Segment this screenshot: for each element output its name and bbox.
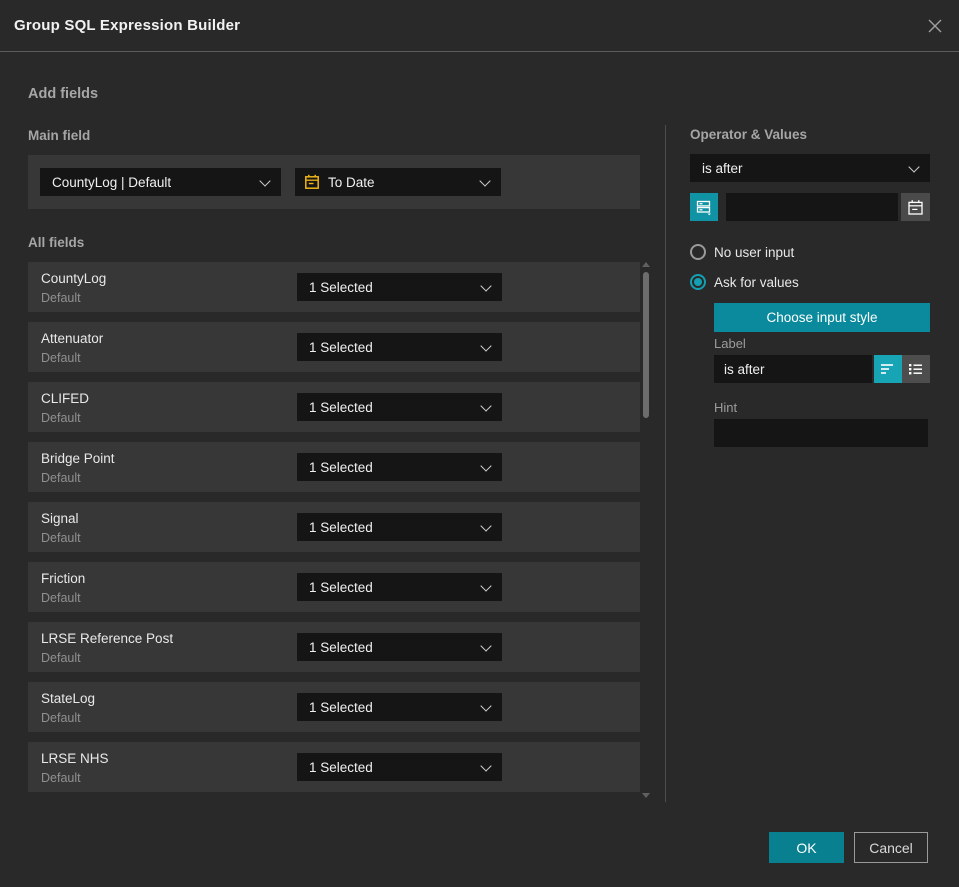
field-values-select[interactable]: 1 Selected xyxy=(297,573,502,601)
chevron-down-icon xyxy=(479,175,491,187)
field-row-signal: Signal Default 1 Selected xyxy=(28,502,640,552)
fields-scrollbar[interactable] xyxy=(640,260,652,800)
field-values-select[interactable]: 1 Selected xyxy=(297,753,502,781)
field-values-select-value: 1 Selected xyxy=(309,279,373,295)
chevron-down-icon xyxy=(480,280,492,292)
field-name: Signal xyxy=(41,511,79,526)
value-input[interactable] xyxy=(726,193,898,221)
ok-button[interactable]: OK xyxy=(769,832,844,863)
radio-no-user-input[interactable]: No user input xyxy=(690,244,794,260)
hint-input[interactable] xyxy=(714,419,928,447)
dialog-title: Group SQL Expression Builder xyxy=(14,17,241,34)
field-values-select-value: 1 Selected xyxy=(309,519,373,535)
choose-input-style-button[interactable]: Choose input style xyxy=(714,303,930,332)
all-fields-label: All fields xyxy=(28,235,85,250)
field-row-attenuator: Attenuator Default 1 Selected xyxy=(28,322,640,372)
radio-no-user-input-label: No user input xyxy=(714,244,795,260)
field-values-select[interactable]: 1 Selected xyxy=(297,693,502,721)
field-values-select-value: 1 Selected xyxy=(309,639,373,655)
field-row-lrse-reference-post: LRSE Reference Post Default 1 Selected xyxy=(28,622,640,672)
group-sql-expression-builder-dialog: Group SQL Expression Builder Add fields … xyxy=(0,0,959,887)
chevron-down-icon xyxy=(480,340,492,352)
scroll-down-arrow-icon[interactable] xyxy=(642,793,650,798)
bulleted-list-icon[interactable] xyxy=(902,355,930,383)
main-field-select-value: CountyLog | Default xyxy=(52,174,172,190)
field-name: Attenuator xyxy=(41,331,104,346)
field-subtitle: Default xyxy=(41,771,81,785)
chevron-down-icon xyxy=(908,161,920,173)
unique-values-stack-icon[interactable] xyxy=(690,193,718,221)
chevron-down-icon xyxy=(480,520,492,532)
field-row-bridge-point: Bridge Point Default 1 Selected xyxy=(28,442,640,492)
field-subtitle: Default xyxy=(41,531,81,545)
field-subtitle: Default xyxy=(41,711,81,725)
chevron-down-icon xyxy=(480,640,492,652)
title-bar: Group SQL Expression Builder xyxy=(0,0,959,52)
field-values-select-value: 1 Selected xyxy=(309,339,373,355)
field-subtitle: Default xyxy=(41,651,81,665)
chevron-down-icon xyxy=(480,760,492,772)
main-field-label: Main field xyxy=(28,128,91,143)
main-field-select[interactable]: CountyLog | Default xyxy=(40,168,281,196)
main-date-select[interactable]: To Date xyxy=(295,168,501,196)
field-subtitle: Default xyxy=(41,291,81,305)
field-name: Friction xyxy=(41,571,86,586)
field-row-lrse-nhs: LRSE NHS Default 1 Selected xyxy=(28,742,640,792)
operator-select-value: is after xyxy=(702,160,743,176)
radio-circle-selected-icon[interactable] xyxy=(690,274,706,290)
operator-select[interactable]: is after xyxy=(690,154,930,182)
chevron-down-icon xyxy=(259,175,271,187)
field-values-select[interactable]: 1 Selected xyxy=(297,393,502,421)
cancel-button[interactable]: Cancel xyxy=(854,832,928,863)
field-name: Bridge Point xyxy=(41,451,115,466)
radio-ask-for-values[interactable]: Ask for values xyxy=(690,274,799,290)
field-values-select[interactable]: 1 Selected xyxy=(297,273,502,301)
field-name: CLIFED xyxy=(41,391,90,406)
main-date-select-value: To Date xyxy=(328,174,375,190)
close-icon[interactable] xyxy=(925,16,945,36)
field-values-select-value: 1 Selected xyxy=(309,759,373,775)
field-row-statelog: StateLog Default 1 Selected xyxy=(28,682,640,732)
radio-ask-for-values-label: Ask for values xyxy=(714,274,799,290)
field-values-select-value: 1 Selected xyxy=(309,399,373,415)
scrollbar-thumb[interactable] xyxy=(643,272,649,418)
date-picker-calendar-icon[interactable] xyxy=(901,193,930,221)
add-fields-heading: Add fields xyxy=(28,86,99,102)
chevron-down-icon xyxy=(480,400,492,412)
field-subtitle: Default xyxy=(41,411,81,425)
field-name: LRSE NHS xyxy=(41,751,109,766)
all-fields-list: CountyLog Default 1 Selected Attenuator … xyxy=(28,262,640,792)
main-field-panel: CountyLog | Default To Date xyxy=(28,155,640,209)
label-section-label: Label xyxy=(714,336,746,351)
field-values-select[interactable]: 1 Selected xyxy=(297,633,502,661)
radio-circle-icon[interactable] xyxy=(690,244,706,260)
chevron-down-icon xyxy=(480,580,492,592)
field-name: StateLog xyxy=(41,691,96,706)
label-input[interactable] xyxy=(714,355,872,383)
field-subtitle: Default xyxy=(41,591,81,605)
field-values-select[interactable]: 1 Selected xyxy=(297,453,502,481)
field-values-select-value: 1 Selected xyxy=(309,699,373,715)
field-subtitle: Default xyxy=(41,471,81,485)
chevron-down-icon xyxy=(480,460,492,472)
field-subtitle: Default xyxy=(41,351,81,365)
align-left-icon[interactable] xyxy=(874,355,902,383)
field-name: LRSE Reference Post xyxy=(41,631,174,646)
field-row-friction: Friction Default 1 Selected xyxy=(28,562,640,612)
field-row-countylog: CountyLog Default 1 Selected xyxy=(28,262,640,312)
hint-section-label: Hint xyxy=(714,400,738,415)
calendar-icon xyxy=(304,174,320,190)
scroll-up-arrow-icon[interactable] xyxy=(642,262,650,267)
field-values-select[interactable]: 1 Selected xyxy=(297,333,502,361)
chevron-down-icon xyxy=(480,700,492,712)
field-name: CountyLog xyxy=(41,271,107,286)
field-row-clifed: CLIFED Default 1 Selected xyxy=(28,382,640,432)
field-values-select-value: 1 Selected xyxy=(309,579,373,595)
panel-divider xyxy=(665,125,666,802)
field-values-select-value: 1 Selected xyxy=(309,459,373,475)
operator-values-heading: Operator & Values xyxy=(690,127,808,142)
field-values-select[interactable]: 1 Selected xyxy=(297,513,502,541)
